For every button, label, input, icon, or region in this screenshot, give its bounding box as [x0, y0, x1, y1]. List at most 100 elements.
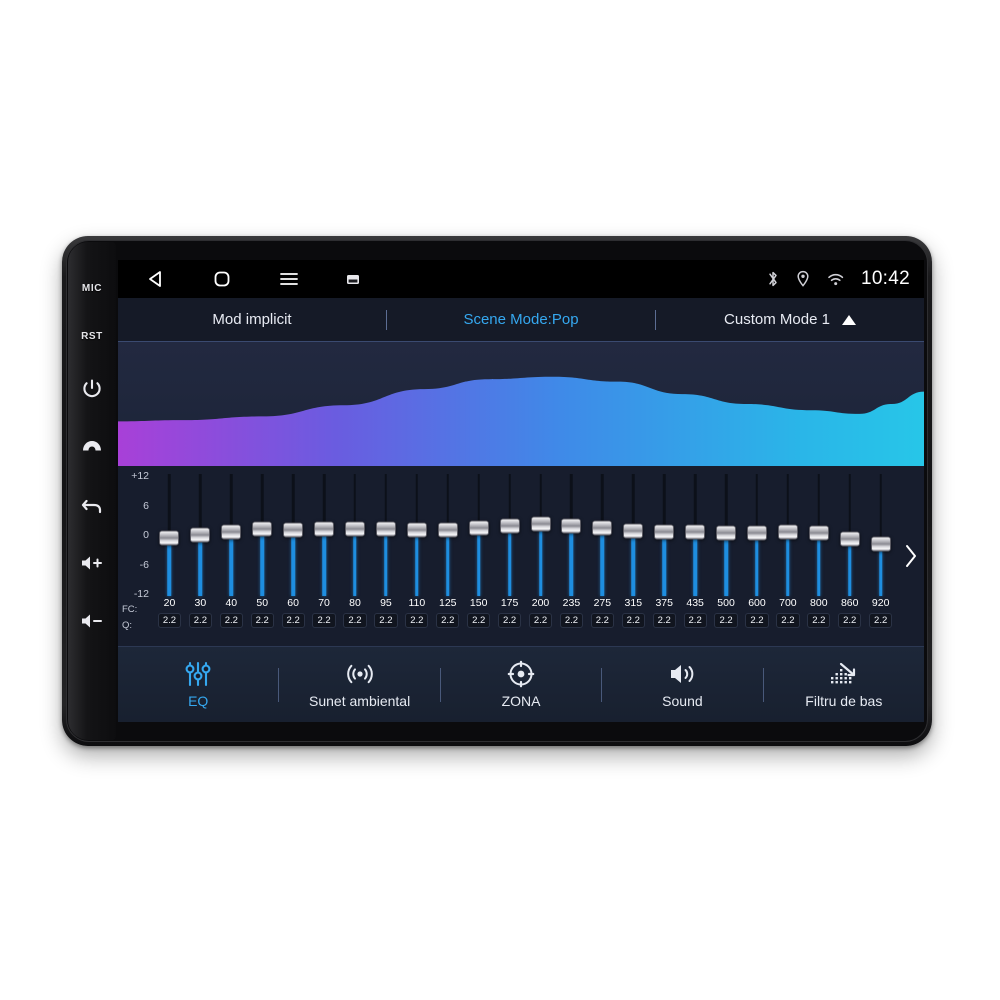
eq-band-920[interactable]: 920 2.2: [865, 466, 896, 646]
slider-thumb[interactable]: [870, 536, 891, 552]
band-q-value[interactable]: 2.2: [343, 613, 367, 628]
eq-band-435[interactable]: 435 2.2: [680, 466, 711, 646]
slider-thumb[interactable]: [654, 524, 675, 540]
eq-slider-track[interactable]: [463, 474, 494, 596]
eq-band-95[interactable]: 95 2.2: [370, 466, 401, 646]
eq-slider-track[interactable]: [278, 474, 309, 596]
volume-down[interactable]: [69, 592, 115, 650]
eq-slider-track[interactable]: [556, 474, 587, 596]
back-triangle-icon[interactable]: [146, 269, 166, 289]
band-q-value[interactable]: 2.2: [281, 613, 305, 628]
eq-band-175[interactable]: 175 2.2: [494, 466, 525, 646]
slider-thumb[interactable]: [437, 522, 458, 538]
menu-hamburger-icon[interactable]: [278, 269, 300, 289]
eq-slider-track[interactable]: [772, 474, 803, 596]
eq-slider-track[interactable]: [494, 474, 525, 596]
eq-band-125[interactable]: 125 2.2: [432, 466, 463, 646]
eq-slider-track[interactable]: [742, 474, 773, 596]
eq-slider-track[interactable]: [432, 474, 463, 596]
eq-slider-track[interactable]: [340, 474, 371, 596]
tab-sunet-ambiental[interactable]: Sunet ambiental: [279, 647, 439, 722]
band-q-value[interactable]: 2.2: [219, 613, 243, 628]
band-q-value[interactable]: 2.2: [838, 613, 862, 628]
eq-band-500[interactable]: 500 2.2: [711, 466, 742, 646]
band-q-value[interactable]: 2.2: [590, 613, 614, 628]
band-q-value[interactable]: 2.2: [745, 613, 769, 628]
band-q-value[interactable]: 2.2: [776, 613, 800, 628]
eq-slider-track[interactable]: [834, 474, 865, 596]
eq-slider-track[interactable]: [185, 474, 216, 596]
band-q-value[interactable]: 2.2: [683, 613, 707, 628]
eq-slider-track[interactable]: [587, 474, 618, 596]
tab-filtru-de-bas[interactable]: Filtru de bas: [764, 647, 924, 722]
eq-slider-track[interactable]: [803, 474, 834, 596]
slider-thumb[interactable]: [375, 521, 396, 537]
eq-band-860[interactable]: 860 2.2: [834, 466, 865, 646]
eq-slider-track[interactable]: [216, 474, 247, 596]
slider-thumb[interactable]: [623, 523, 644, 539]
slider-thumb[interactable]: [344, 521, 365, 537]
eq-band-110[interactable]: 110 2.2: [401, 466, 432, 646]
eq-slider-track[interactable]: [154, 474, 185, 596]
slider-thumb[interactable]: [468, 520, 489, 536]
band-q-value[interactable]: 2.2: [807, 613, 831, 628]
band-q-value[interactable]: 2.2: [869, 613, 893, 628]
eq-band-700[interactable]: 700 2.2: [772, 466, 803, 646]
eq-band-30[interactable]: 30 2.2: [185, 466, 216, 646]
band-q-value[interactable]: 2.2: [374, 613, 398, 628]
band-q-value[interactable]: 2.2: [312, 613, 336, 628]
tab-eq[interactable]: EQ: [118, 647, 278, 722]
eq-slider-track[interactable]: [247, 474, 278, 596]
eq-slider-track[interactable]: [711, 474, 742, 596]
mode-scene-button[interactable]: Scene Mode:Pop: [387, 298, 655, 341]
slider-thumb[interactable]: [777, 524, 798, 540]
slider-thumb[interactable]: [746, 525, 767, 541]
eq-band-600[interactable]: 600 2.2: [742, 466, 773, 646]
eq-slider-track[interactable]: [525, 474, 556, 596]
eq-band-20[interactable]: 20 2.2: [154, 466, 185, 646]
slider-thumb[interactable]: [561, 518, 582, 534]
band-q-value[interactable]: 2.2: [497, 613, 522, 628]
band-q-value[interactable]: 2.2: [559, 613, 584, 628]
eq-band-375[interactable]: 375 2.2: [649, 466, 680, 646]
slider-thumb[interactable]: [499, 518, 520, 534]
band-q-value[interactable]: 2.2: [250, 613, 274, 628]
eq-band-70[interactable]: 70 2.2: [309, 466, 340, 646]
slider-thumb[interactable]: [159, 530, 180, 546]
band-q-value[interactable]: 2.2: [714, 613, 738, 628]
band-q-value[interactable]: 2.2: [528, 613, 553, 628]
band-q-value[interactable]: 2.2: [405, 613, 429, 628]
tab-sound[interactable]: Sound: [602, 647, 762, 722]
slider-thumb[interactable]: [592, 520, 613, 536]
band-q-value[interactable]: 2.2: [467, 613, 491, 628]
eq-band-50[interactable]: 50 2.2: [247, 466, 278, 646]
back-button[interactable]: [69, 476, 115, 534]
band-q-value[interactable]: 2.2: [652, 613, 676, 628]
band-q-value[interactable]: 2.2: [157, 613, 182, 628]
eq-band-150[interactable]: 150 2.2: [463, 466, 494, 646]
slider-thumb[interactable]: [808, 525, 829, 541]
home-button[interactable]: [69, 418, 115, 476]
eq-band-235[interactable]: 235 2.2: [556, 466, 587, 646]
eq-slider-track[interactable]: [401, 474, 432, 596]
eq-slider-track[interactable]: [618, 474, 649, 596]
slider-thumb[interactable]: [685, 524, 706, 540]
tab-zona[interactable]: ZONA: [441, 647, 601, 722]
mode-default-button[interactable]: Mod implicit: [118, 298, 386, 341]
eq-band-60[interactable]: 60 2.2: [278, 466, 309, 646]
eq-slider-track[interactable]: [370, 474, 401, 596]
slider-thumb[interactable]: [530, 516, 551, 532]
slider-thumb[interactable]: [406, 522, 427, 538]
eq-band-275[interactable]: 275 2.2: [587, 466, 618, 646]
slider-thumb[interactable]: [283, 522, 304, 538]
power-button[interactable]: [69, 360, 115, 418]
eq-slider-track[interactable]: [309, 474, 340, 596]
eq-band-40[interactable]: 40 2.2: [216, 466, 247, 646]
triangle-up-icon[interactable]: [841, 314, 856, 325]
eq-band-315[interactable]: 315 2.2: [618, 466, 649, 646]
eq-band-200[interactable]: 200 2.2: [525, 466, 556, 646]
eq-band-800[interactable]: 800 2.2: [803, 466, 834, 646]
screenshot-icon[interactable]: [346, 272, 360, 286]
band-q-value[interactable]: 2.2: [188, 613, 212, 628]
slider-thumb[interactable]: [252, 521, 273, 537]
